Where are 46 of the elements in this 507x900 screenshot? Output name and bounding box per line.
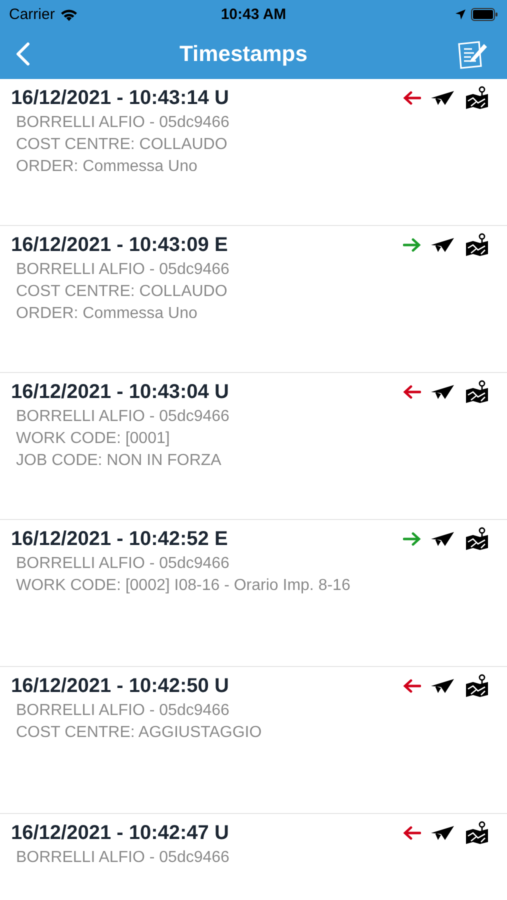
- location-icon: [455, 8, 466, 20]
- detail-text: ORDER: Commessa Uno: [15, 157, 198, 176]
- map-pin-icon: [465, 821, 489, 845]
- right-arrow-icon: [403, 532, 421, 546]
- left-arrow-icon: [403, 91, 421, 105]
- wifi-icon: [60, 8, 78, 20]
- edit-note-icon[interactable]: [456, 38, 489, 68]
- map-pin-icon: [465, 674, 489, 698]
- back-button[interactable]: [16, 42, 30, 66]
- timestamp-heading: 16/12/2021 - 10:43:04 U: [11, 380, 229, 404]
- map-pin-icon: [465, 86, 489, 110]
- timestamp-heading: 16/12/2021 - 10:42:50 U: [11, 674, 229, 698]
- map-pin-icon: [465, 233, 489, 257]
- detail-text: BORRELLI ALFIO - 05dc9466: [15, 701, 230, 720]
- timestamp-heading: 16/12/2021 - 10:43:09 E: [11, 234, 228, 256]
- detail-text: WORK CODE: [0002] I08-16 - Orario Imp. 8-16: [15, 576, 352, 595]
- left-arrow-icon: [403, 679, 421, 693]
- paper-plane-icon: [431, 90, 455, 106]
- detail-text: COST CENTRE: COLLAUDO: [15, 282, 228, 301]
- timestamp-heading: 16/12/2021 - 10:42:47 U: [11, 822, 229, 844]
- paper-plane-icon: [431, 678, 455, 694]
- detail-text: JOB CODE: NON IN FORZA: [15, 451, 222, 470]
- paper-plane-icon: [431, 384, 455, 400]
- detail-text: BORRELLI ALFIO - 05dc9466: [15, 113, 230, 132]
- left-arrow-icon: [403, 826, 421, 840]
- detail-text: BORRELLI ALFIO - 05dc9466: [15, 554, 230, 573]
- detail-text: WORK CODE: [0001]: [15, 429, 171, 448]
- detail-text: BORRELLI ALFIO - 05dc9466: [15, 848, 230, 867]
- detail-text: BORRELLI ALFIO - 05dc9466: [15, 407, 230, 426]
- carrier-label: Carrier: [9, 6, 55, 22]
- clock-label: 10:43 AM: [220, 6, 286, 22]
- detail-text: BORRELLI ALFIO - 05dc9466: [15, 260, 230, 279]
- timestamp-heading: 16/12/2021 - 10:42:52 E: [11, 528, 228, 550]
- battery-icon: [471, 8, 498, 20]
- map-pin-icon: [465, 527, 489, 551]
- paper-plane-icon: [431, 237, 455, 253]
- paper-plane-icon: [431, 531, 455, 547]
- paper-plane-icon: [431, 825, 455, 841]
- timestamp-heading: 16/12/2021 - 10:43:14 U: [11, 86, 229, 110]
- detail-text: COST CENTRE: AGGIUSTAGGIO: [15, 723, 263, 742]
- map-pin-icon: [465, 380, 489, 404]
- detail-text: COST CENTRE: COLLAUDO: [15, 135, 228, 154]
- left-arrow-icon: [403, 385, 421, 399]
- detail-text: ORDER: Commessa Uno: [15, 304, 198, 323]
- screen-title: Timestamps: [180, 40, 308, 66]
- right-arrow-icon: [403, 238, 421, 252]
